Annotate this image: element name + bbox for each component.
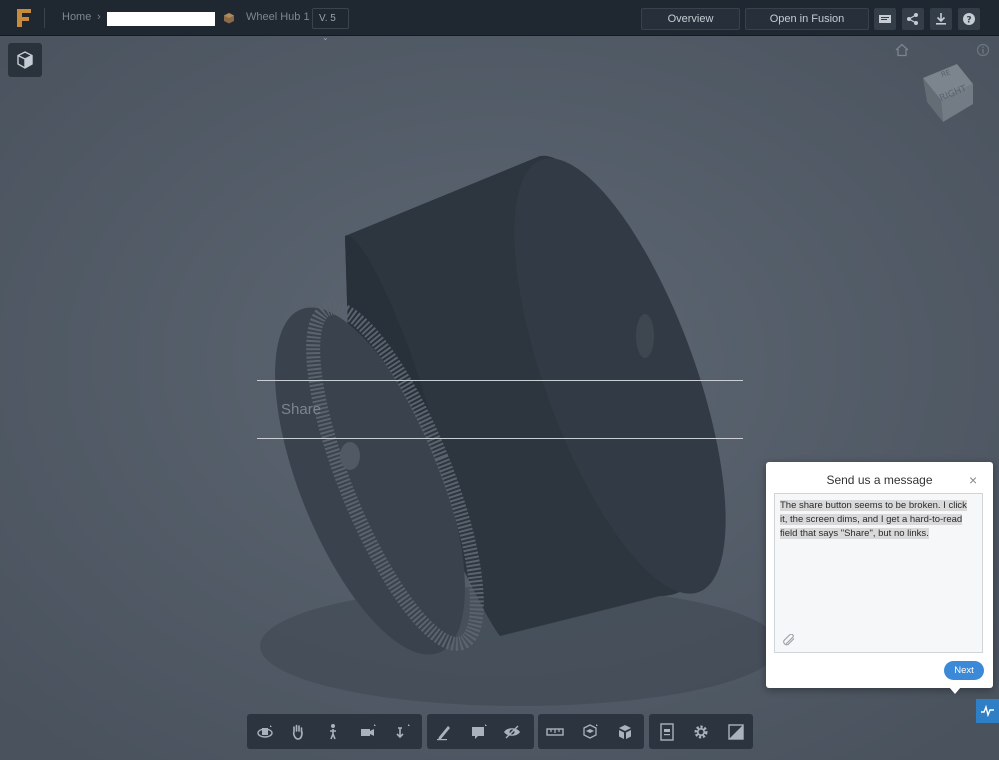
overview-button[interactable]: Overview [641,8,740,30]
message-panel-title: Send us a message [826,473,933,487]
home-view-icon[interactable] [895,43,909,57]
toolbar-review-group [427,714,534,749]
navigation-cube[interactable]: RE RIGHT [915,58,977,124]
breadcrumb-chevron: › [97,11,101,23]
visibility-icon[interactable] [503,723,521,741]
share-icon [907,13,918,25]
share-button[interactable] [902,8,924,30]
version-label: V. 5 [319,13,336,24]
fusion-logo[interactable] [14,7,34,29]
help-button[interactable]: ? [958,8,980,30]
feedback-tab[interactable] [976,699,999,723]
explode-icon[interactable] [581,723,599,741]
pulse-icon [981,705,994,717]
toolbar-analysis-group [538,714,644,749]
info-icon[interactable] [976,43,990,57]
version-dropdown[interactable]: V. 5 ⌄ [312,8,349,42]
open-in-fusion-button[interactable]: Open in Fusion [745,8,869,30]
breadcrumb-home[interactable]: Home [62,11,91,23]
next-button[interactable]: Next [944,661,984,680]
fullscreen-icon[interactable] [727,723,745,741]
message-text-content: The share button seems to be broken. I c… [780,500,967,539]
cube-icon [17,51,33,69]
help-icon: ? [963,13,975,26]
download-icon [936,13,946,25]
feedback-message-panel: Send us a message × The share button see… [766,462,993,688]
toolbar-settings-group [649,714,753,749]
share-divider-top [257,380,743,381]
camera-icon[interactable] [359,723,377,741]
logo-divider [44,8,45,28]
model-browser-icon[interactable] [616,723,634,741]
message-textarea[interactable]: The share button seems to be broken. I c… [774,493,983,653]
top-bar: Home › Wheel Hub 1 V. 5 ⌄ Overview Open … [0,0,999,42]
markup-icon[interactable] [435,723,453,741]
orbit-icon[interactable] [256,723,274,741]
model-box-icon [224,13,234,24]
share-divider-bottom [257,438,743,439]
view-cube-toggle-button[interactable] [8,43,42,77]
measure-icon[interactable] [546,723,564,741]
toolbar-navigation-group [247,714,422,749]
close-icon[interactable]: × [969,472,977,488]
properties-icon[interactable] [658,723,676,741]
message-text: The share button seems to be broken. I c… [780,499,976,541]
download-button[interactable] [930,8,952,30]
comment-tool-icon[interactable] [470,723,488,741]
share-field-label[interactable]: Share [281,401,321,418]
breadcrumb-project-redacted[interactable] [107,12,215,26]
walk-icon[interactable] [324,723,342,741]
pan-icon[interactable] [289,723,307,741]
fit-icon[interactable] [394,723,412,741]
breadcrumb-model-name: Wheel Hub 1 [246,11,310,23]
comment-button[interactable] [874,8,896,30]
svg-text:?: ? [966,16,971,26]
comment-icon [879,15,891,23]
attachment-icon[interactable] [782,634,796,646]
chevron-down-icon: ⌄ [322,33,329,42]
settings-icon[interactable] [692,723,710,741]
message-panel-pointer [949,687,961,694]
